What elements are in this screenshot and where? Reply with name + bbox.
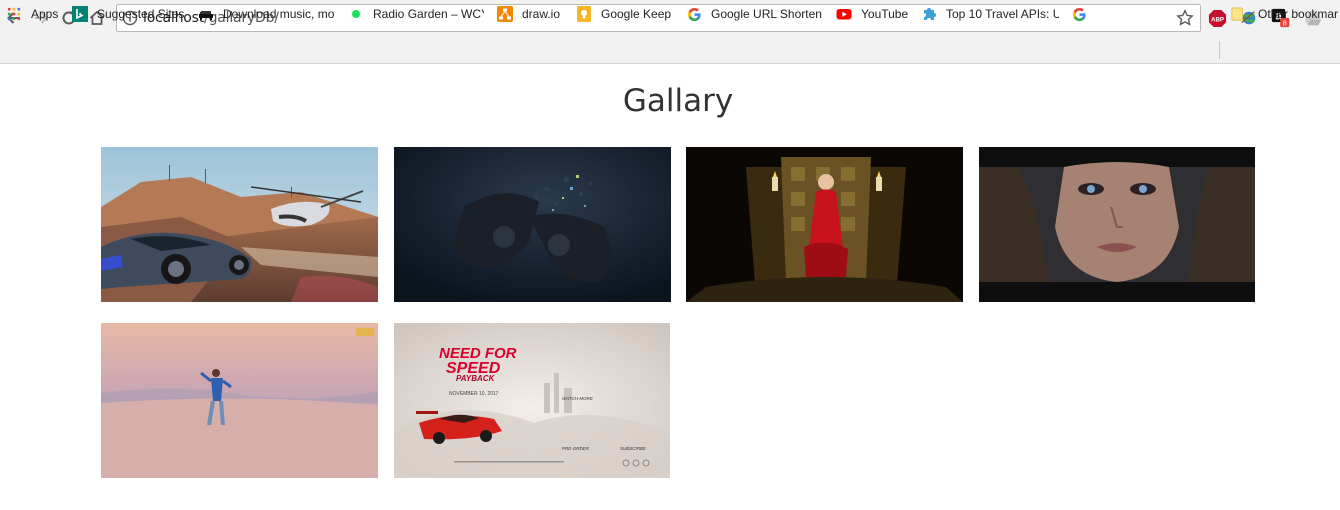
poster-preorder: PRE-ORDER <box>562 446 590 451</box>
bookmark-label: Google Keep <box>601 7 672 21</box>
bookmark-label: Suggested Sites <box>97 7 185 21</box>
puzzle-icon <box>921 6 937 22</box>
bookmark-apps[interactable]: Apps <box>6 4 66 24</box>
bookmark-travel-apis[interactable]: Top 10 Travel APIs: U <box>921 4 1059 24</box>
bookmarks-bar <box>0 36 1340 64</box>
bookmark-google-url-shortener[interactable]: Google URL Shorten <box>686 4 823 24</box>
bookmark-google[interactable] <box>1071 4 1091 24</box>
adblock-plus-icon[interactable]: ABP <box>1207 8 1227 28</box>
bookmark-label: Top 10 Travel APIs: U <box>946 7 1059 21</box>
youtube-icon <box>836 6 852 22</box>
green-dot-icon <box>348 6 364 22</box>
bookmark-youtube[interactable]: YouTube <box>836 4 914 24</box>
bookmark-drawio[interactable]: draw.io <box>497 4 567 24</box>
bookmark-other-folder[interactable]: Other bookmar <box>1230 4 1340 24</box>
drawio-icon <box>497 6 513 22</box>
gallery-image-game-controller[interactable] <box>394 147 671 302</box>
bookmark-label: draw.io <box>522 7 561 21</box>
bookmark-download-music[interactable]: Download music, mo <box>198 4 336 24</box>
gallery-image-face-closeup[interactable] <box>979 147 1255 302</box>
abp-label: ABP <box>1211 16 1224 23</box>
poster-watch: WATCH MORE <box>562 396 594 401</box>
gallery-image-racing-helicopter[interactable] <box>101 147 378 302</box>
bookmark-label: YouTube <box>861 7 909 21</box>
bookmark-label: Other bookmar <box>1258 7 1339 21</box>
sofa-icon <box>198 6 214 22</box>
bookmark-google-keep[interactable]: Google Keep <box>576 4 678 24</box>
bookmark-label: Download music, mo <box>223 7 335 21</box>
page-title: Gallary <box>622 83 734 119</box>
bookmark-radio-garden[interactable]: Radio Garden – WCY <box>348 4 484 24</box>
poster-subscribe: SUBSCRIBE <box>620 446 647 451</box>
folder-icon <box>1230 6 1246 22</box>
keep-bulb-icon <box>576 6 592 22</box>
apps-grid-icon <box>6 6 22 22</box>
bookmark-label: Radio Garden – WCY <box>373 7 484 21</box>
bookmarks-divider <box>1219 41 1220 59</box>
bookmark-suggested-sites[interactable]: Suggested Sites <box>72 4 190 24</box>
nfs-logo-line3: PAYBACK <box>456 374 496 383</box>
bing-icon <box>72 6 88 22</box>
star-icon[interactable] <box>1176 9 1194 27</box>
bookmark-label: Apps <box>31 7 59 21</box>
google-g-icon <box>1071 6 1087 22</box>
gallery-image-desert-dancer[interactable] <box>101 323 378 478</box>
poster-date: NOVEMBER 10, 2017 <box>449 391 499 397</box>
gallery-image-throne-red-dress[interactable] <box>686 147 963 302</box>
bookmark-label: Google URL Shorten <box>711 7 822 21</box>
gallery-image-nfs-payback-poster[interactable]: NEED FOR SPEED PAYBACK NOVEMBER 10, 2017… <box>394 323 670 478</box>
google-g-icon <box>686 6 702 22</box>
